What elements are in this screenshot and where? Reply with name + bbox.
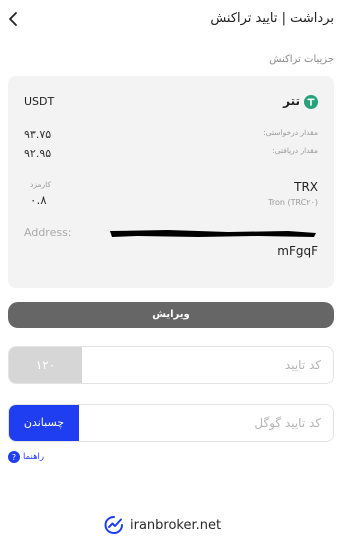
guide-label: راهنما [23,452,45,462]
confirm-code-field: ۱۲۰ [8,346,334,384]
footer-brand: iranbroker.net [104,516,221,534]
confirm-code-input[interactable] [81,347,333,383]
network-symbol: TRX [294,180,318,194]
resend-countdown: ۱۲۰ [9,347,82,383]
section-label: جزییات تراکنش [269,54,334,65]
currency-code: USDT [24,95,55,108]
app-header: برداشت | تایید تراکنش [0,0,346,38]
iranbroker-logo-icon [104,516,123,534]
fee-label: کارمزد [30,180,51,189]
svg-text:?: ? [12,453,16,462]
brand-text: iranbroker.net [130,517,222,533]
edit-button[interactable]: ویرایش [8,302,334,328]
requested-amount-label: مقدار درخواستی: [263,128,318,137]
address-redaction-mark [110,230,316,237]
received-amount-label: مقدار دریافتی: [272,146,318,155]
currency-name: تتر [283,94,300,108]
page-title: برداشت | تایید تراکنش [210,11,334,26]
tether-icon [304,95,318,109]
google-code-input[interactable] [78,405,333,441]
paste-button[interactable]: چسباندن [9,405,79,441]
google-code-field: چسباندن [8,404,334,442]
received-amount-value: ۹۲.۹۵ [24,147,52,160]
network-name: Tron (TRC۲۰) [268,198,318,207]
address-label: Address: [24,226,72,239]
transaction-details-card: USDT تتر مقدار درخواستی: ۹۳.۷۵ مقدار دری… [8,76,334,288]
address-tail: mFgqF [277,244,318,258]
help-icon: ? [8,451,20,463]
requested-amount-value: ۹۳.۷۵ [24,128,52,141]
back-arrow-icon[interactable] [4,8,24,30]
guide-link[interactable]: ? راهنما [8,450,44,464]
fee-value: ۰.۸ [30,193,47,207]
